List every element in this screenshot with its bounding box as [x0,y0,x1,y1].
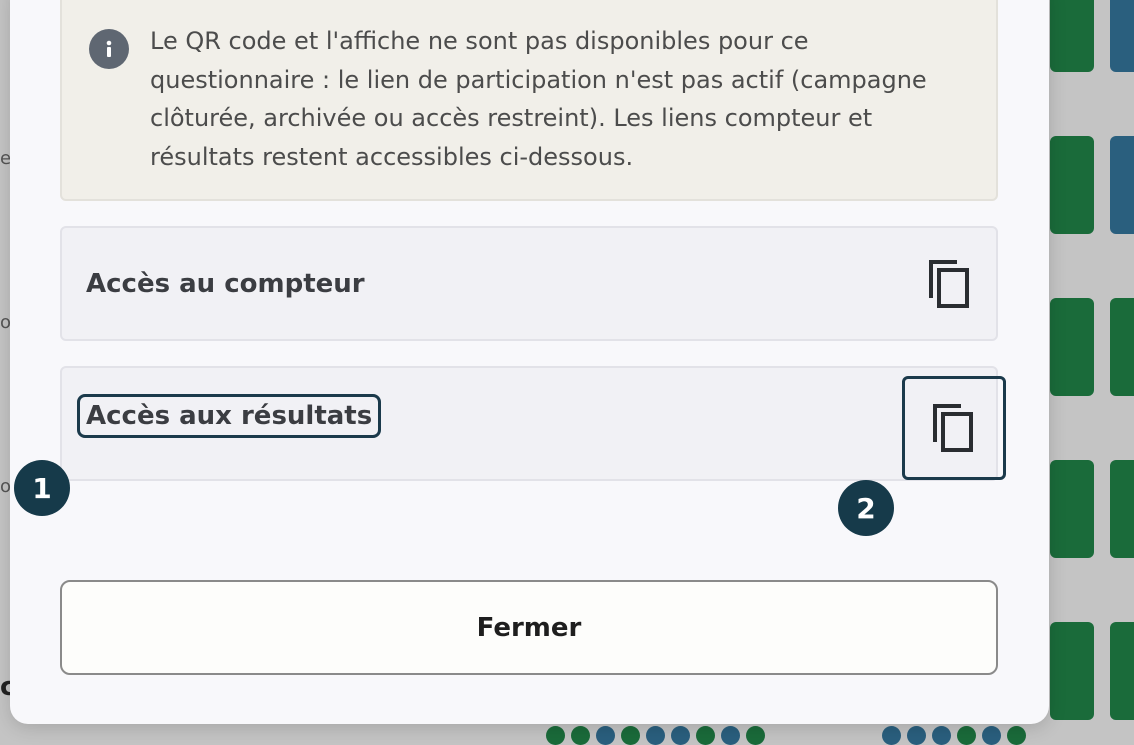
bg-bar [1110,298,1134,396]
info-icon [89,29,129,69]
counter-link-label[interactable]: Accès au compteur [86,269,365,299]
info-alert: Le QR code et l'affiche ne sont pas disp… [60,0,998,201]
results-link-row: Accès aux résultats [60,366,1006,481]
info-message: Le QR code et l'affiche ne sont pas disp… [150,27,927,171]
bg-bar [1050,136,1094,234]
bg-bar [1050,460,1094,558]
bg-bar [1110,0,1134,72]
copy-results-link-button[interactable] [902,376,1006,480]
bg-dots-right [882,726,1026,745]
copy-counter-link-button[interactable] [902,236,998,332]
bg-bar [1110,460,1134,558]
bg-dots-left [546,726,765,745]
callout-badge-1: 1 [14,460,70,516]
bg-bar [1050,298,1094,396]
counter-link-row: Accès au compteur [60,226,998,341]
callout-badge-2: 2 [838,480,894,536]
bg-bar [1110,622,1134,720]
copy-icon [933,404,973,452]
share-links-modal: Le QR code et l'affiche ne sont pas disp… [10,0,1049,724]
bg-bar [1050,622,1094,720]
results-link-label[interactable]: Accès aux résultats [76,394,382,438]
close-button[interactable]: Fermer [60,580,998,675]
copy-icon [929,260,969,308]
bg-bar [1110,136,1134,234]
bg-bar [1050,0,1094,72]
